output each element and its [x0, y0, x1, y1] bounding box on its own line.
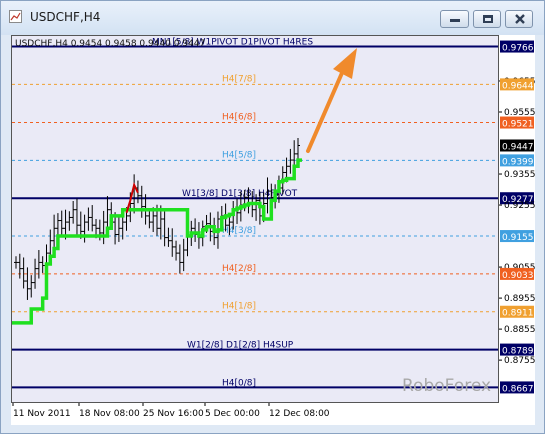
chart-symbol: USDCHF,H4: [15, 39, 68, 49]
level-tag-text: 0.9155: [502, 233, 534, 243]
level-label: H4[2/8]: [222, 264, 256, 274]
ohlc-values: 0.9454 0.9458 0.9440 0.9447: [70, 39, 206, 49]
minimize-icon: [450, 19, 460, 22]
level-tag-text: 0.9644: [502, 81, 534, 91]
level-tag-text: 0.8911: [502, 309, 534, 319]
time-tick-label: 25 Nov 16:00: [143, 409, 204, 419]
level-label: H4[7/8]: [222, 74, 256, 84]
level-label: H4[0/8]: [222, 378, 256, 388]
level-tag-text: 0.9399: [502, 157, 534, 167]
watermark: RoboForex: [402, 376, 491, 396]
current-price-label: 0.9447: [502, 142, 534, 152]
title-bar[interactable]: USDCHF,H4: [1, 1, 544, 35]
price-bars: [14, 138, 300, 300]
level-tag-text: 0.9521: [502, 120, 534, 130]
price-tick-label: 0.8755: [504, 356, 535, 366]
close-icon: [515, 14, 525, 24]
arrow-up-icon: [306, 48, 357, 153]
level-label: W1[2/8] D1[2/8] H4SUP: [187, 341, 294, 351]
time-tick-label: 5 Dec 00:00: [205, 409, 260, 419]
level-label: H4[5/8]: [222, 150, 256, 160]
chart-header: USDCHF,H4 0.9454 0.9458 0.9440 0.9447: [15, 39, 205, 49]
level-tag-text: 0.8667: [502, 384, 534, 394]
level-label: H4[3/8]: [222, 226, 256, 236]
price-tick-label: 0.9555: [504, 108, 535, 118]
level-tag-text: 0.9766: [502, 44, 534, 54]
close-button[interactable]: [505, 10, 533, 28]
chart-plot-area[interactable]: MN1[5/8] W1PIVOT D1PIVOT H4RES H4[7/8] H4[…: [11, 35, 499, 403]
trend-step-line: [12, 158, 302, 325]
time-tick-label: 12 Dec 08:00: [269, 409, 330, 419]
maximize-icon: [483, 15, 493, 23]
minimize-button[interactable]: [440, 10, 469, 28]
level-label: H4[6/8]: [222, 113, 256, 123]
level-tag-text: 0.9033: [502, 271, 534, 281]
price-tick-label: 0.8955: [504, 294, 535, 304]
chart-window-icon: [9, 10, 22, 23]
trend-line: [12, 158, 302, 325]
level-tag-text: 0.8789: [502, 347, 534, 357]
price-tick-label: 0.9255: [504, 201, 535, 211]
price-axis[interactable]: 0.97660.96550.96440.95550.95210.94470.93…: [499, 35, 536, 403]
chart-window: USDCHF,H4 MN1[5/8] W1PIVOT D1PIVOT H4RES…: [0, 0, 545, 434]
level-label: H4[1/8]: [222, 302, 256, 312]
time-tick-label: 18 Nov 08:00: [79, 409, 140, 419]
window-title: USDCHF,H4: [30, 10, 101, 24]
maximize-button[interactable]: [473, 10, 501, 28]
time-tick-label: 11 Nov 2011: [13, 409, 71, 419]
price-tick-label: 0.9355: [504, 170, 535, 180]
time-axis[interactable]: 11 Nov 2011 18 Nov 08:00 25 Nov 16:00 5 Dec…: [11, 403, 535, 425]
price-tick-label: 0.8855: [504, 325, 535, 335]
